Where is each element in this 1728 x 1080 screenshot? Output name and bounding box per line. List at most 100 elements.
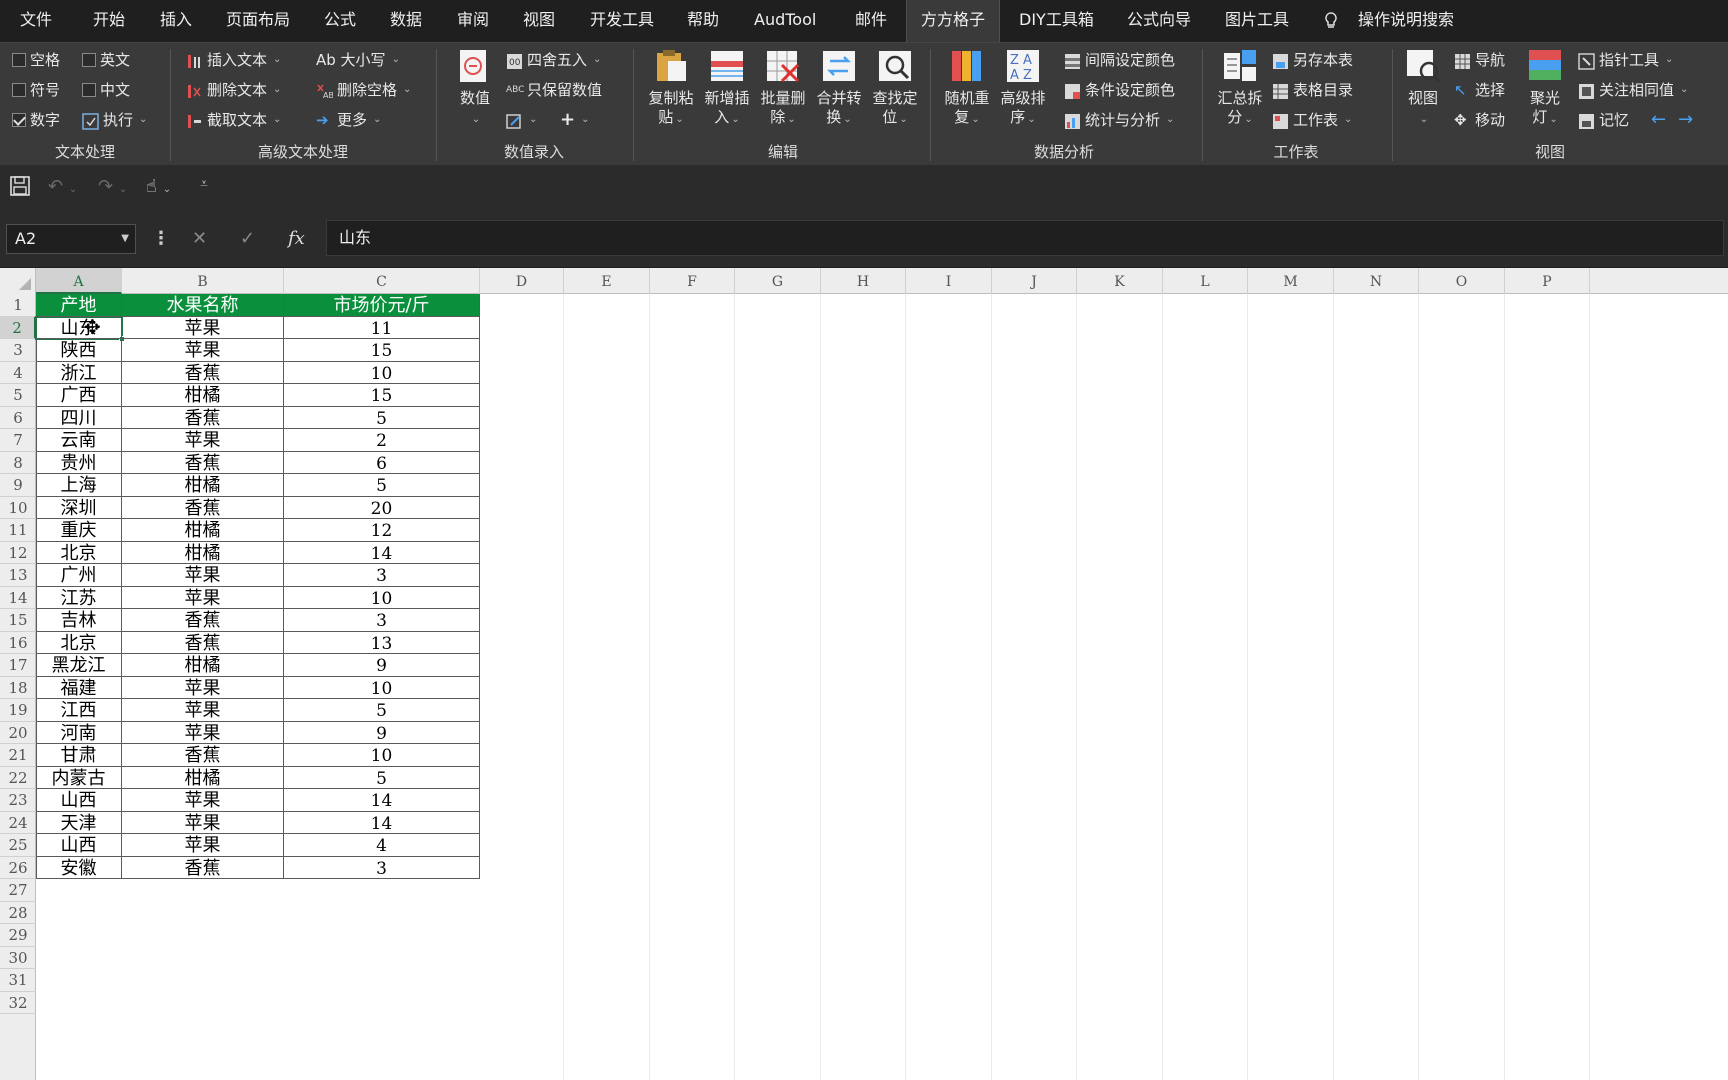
table-cell[interactable]: 深圳	[36, 496, 122, 519]
table-header-cell[interactable]: 产地	[36, 294, 122, 317]
table-cell[interactable]: 苹果	[122, 676, 284, 699]
row-header-20[interactable]: 20	[0, 722, 36, 744]
table-cell[interactable]: 11	[284, 316, 480, 339]
tab-formula-wizard[interactable]: 公式向导	[1127, 0, 1191, 42]
cancel-icon[interactable]: ✕	[192, 228, 207, 249]
table-cell[interactable]: 12	[284, 519, 480, 542]
arrow-forward-icon[interactable]: →	[1678, 107, 1693, 133]
lightbulb-icon[interactable]	[1323, 0, 1339, 42]
tab-formulas[interactable]: 公式	[324, 0, 356, 42]
column-header-f[interactable]: F	[650, 268, 735, 294]
condition-color-button[interactable]: 条件设定颜色	[1064, 77, 1175, 103]
customize-qat-icon[interactable]: ⩡	[200, 176, 208, 200]
table-toc-button[interactable]: 表格目录	[1272, 77, 1353, 103]
tell-me-search[interactable]: 操作说明搜索	[1358, 0, 1454, 42]
advanced-sort-button[interactable]: Z AA Z 高级排序 ⌄	[996, 47, 1050, 129]
checkbox-symbol[interactable]: 符号	[12, 77, 60, 103]
row-header-18[interactable]: 18	[0, 677, 36, 699]
table-cell[interactable]: 柑橘	[122, 384, 284, 407]
row-header-22[interactable]: 22	[0, 767, 36, 789]
spotlight-button[interactable]: 聚光灯 ⌄	[1522, 47, 1568, 129]
tab-picture-tools[interactable]: 图片工具	[1225, 0, 1289, 42]
table-cell[interactable]: 15	[284, 339, 480, 362]
name-box[interactable]: A2 ▼	[6, 224, 136, 254]
stats-analysis-button[interactable]: 统计与分析 ⌄	[1064, 107, 1174, 133]
checkbox-chinese[interactable]: 中文	[82, 77, 130, 103]
merge-convert-button[interactable]: 合并转换 ⌄	[812, 47, 866, 129]
column-header-i[interactable]: I	[906, 268, 992, 294]
table-cell[interactable]: 重庆	[36, 519, 122, 542]
table-cell[interactable]: 5	[284, 766, 480, 789]
tab-data[interactable]: 数据	[390, 0, 422, 42]
redo-icon[interactable]: ↷ ⌄	[98, 176, 127, 200]
navigation-button[interactable]: 导航	[1454, 47, 1505, 73]
table-cell[interactable]: 10	[284, 676, 480, 699]
row-header-27[interactable]: 27	[0, 879, 36, 902]
table-cell[interactable]: 江西	[36, 699, 122, 722]
table-cell[interactable]: 浙江	[36, 361, 122, 384]
table-cell[interactable]: 13	[284, 631, 480, 654]
find-locate-button[interactable]: 查找定位 ⌄	[868, 47, 922, 129]
column-header-a[interactable]: A	[36, 268, 122, 294]
table-cell[interactable]: 广州	[36, 564, 122, 587]
row-header-14[interactable]: 14	[0, 587, 36, 609]
tab-page-layout[interactable]: 页面布局	[226, 0, 290, 42]
column-header-n[interactable]: N	[1334, 268, 1419, 294]
table-cell[interactable]: 苹果	[122, 316, 284, 339]
more-options-icon[interactable]: ⋮	[152, 228, 170, 249]
row-header-24[interactable]: 24	[0, 812, 36, 834]
table-cell[interactable]: 黑龙江	[36, 654, 122, 677]
row-header-31[interactable]: 31	[0, 969, 36, 992]
table-cell[interactable]: 3	[284, 609, 480, 632]
column-header-m[interactable]: M	[1248, 268, 1334, 294]
new-insert-button[interactable]: 新增插入 ⌄	[700, 47, 754, 129]
row-header-19[interactable]: 19	[0, 699, 36, 722]
formula-input[interactable]: 山东	[326, 220, 1724, 256]
table-cell[interactable]: 14	[284, 789, 480, 812]
table-cell[interactable]: 柑橘	[122, 541, 284, 564]
checkbox-english[interactable]: 英文	[82, 47, 130, 73]
table-cell[interactable]: 10	[284, 744, 480, 767]
tab-diy-toolbox[interactable]: DIY工具箱	[1019, 0, 1094, 42]
copy-paste-button[interactable]: 复制粘贴 ⌄	[644, 47, 698, 129]
table-cell[interactable]: 香蕉	[122, 496, 284, 519]
insert-function-icon[interactable]: fx	[288, 228, 305, 249]
round-button[interactable]: 00 四舍五入 ⌄	[506, 47, 601, 73]
column-header-c[interactable]: C	[284, 268, 480, 294]
column-header-g[interactable]: G	[735, 268, 821, 294]
table-cell[interactable]: 10	[284, 586, 480, 609]
row-header-16[interactable]: 16	[0, 632, 36, 654]
table-cell[interactable]: 云南	[36, 429, 122, 452]
row-header-3[interactable]: 3	[0, 339, 36, 362]
table-cell[interactable]: 广西	[36, 384, 122, 407]
tab-mail[interactable]: 邮件	[855, 0, 887, 42]
table-cell[interactable]: 柑橘	[122, 474, 284, 497]
table-cell[interactable]: 山西	[36, 789, 122, 812]
row-header-8[interactable]: 8	[0, 452, 36, 474]
table-cell[interactable]: 4	[284, 834, 480, 857]
table-cell[interactable]: 9	[284, 721, 480, 744]
table-cell[interactable]: 苹果	[122, 429, 284, 452]
arrow-back-icon[interactable]: ←	[1651, 107, 1666, 133]
table-cell[interactable]: 10	[284, 361, 480, 384]
table-cell[interactable]: 5	[284, 474, 480, 497]
select-button[interactable]: ↖ 选择	[1454, 77, 1505, 103]
tab-help[interactable]: 帮助	[687, 0, 719, 42]
table-cell[interactable]: 内蒙古	[36, 766, 122, 789]
table-cell[interactable]: 香蕉	[122, 406, 284, 429]
row-header-9[interactable]: 9	[0, 474, 36, 497]
tab-home[interactable]: 开始	[93, 0, 125, 42]
keep-numbers-button[interactable]: ABC 只保留数值	[506, 77, 602, 103]
table-cell[interactable]: 苹果	[122, 789, 284, 812]
row-header-15[interactable]: 15	[0, 609, 36, 632]
table-cell[interactable]: 15	[284, 384, 480, 407]
delete-space-button[interactable]: AB 删除空格 ⌄	[316, 77, 411, 103]
insert-text-button[interactable]: 插入文本 ⌄	[186, 47, 281, 73]
column-header-d[interactable]: D	[480, 268, 564, 294]
column-header-h[interactable]: H	[821, 268, 906, 294]
pointer-tool-button[interactable]: 指针工具 ⌄	[1578, 47, 1673, 73]
table-cell[interactable]: 江苏	[36, 586, 122, 609]
enter-check-icon[interactable]: ✓	[240, 228, 255, 249]
table-cell[interactable]: 香蕉	[122, 451, 284, 474]
column-header-b[interactable]: B	[122, 268, 284, 294]
